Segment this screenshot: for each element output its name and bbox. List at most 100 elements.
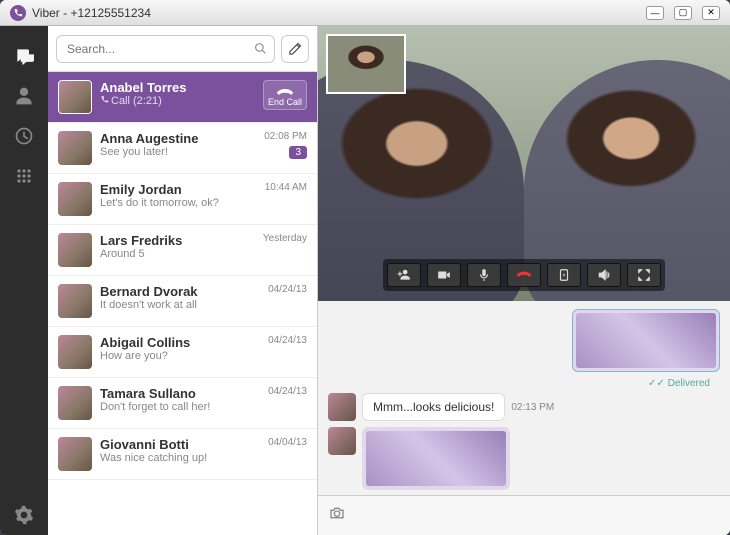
conversation-item[interactable]: Bernard Dvorak It doesn't work at all 04… (48, 276, 317, 327)
nav-contacts[interactable] (0, 76, 48, 116)
contact-name: Anabel Torres (100, 80, 263, 95)
message-preview: Around 5 (100, 248, 263, 260)
conversation-item[interactable]: Anna Augestine See you later! 02:08 PM 3 (48, 123, 317, 174)
add-participant-button[interactable] (387, 263, 421, 287)
message-bubble: Mmm...looks delicious! (362, 393, 505, 421)
message-list[interactable]: ✓✓ Delivered Mmm...looks delicious! 02:1… (318, 301, 730, 495)
end-call-button[interactable]: End Call (263, 80, 307, 110)
conversation-item[interactable]: Giovanni Botti Was nice catching up! 04/… (48, 429, 317, 480)
avatar (58, 80, 92, 114)
conversation-item[interactable]: Lars Fredriks Around 5 Yesterday (48, 225, 317, 276)
clock-icon (14, 126, 34, 146)
conversation-item[interactable]: Abigail Collins How are you? 04/24/13 (48, 327, 317, 378)
message-out (328, 309, 720, 372)
chat-icon (14, 46, 34, 66)
search-input[interactable] (56, 35, 275, 63)
contact-name: Emily Jordan (100, 182, 265, 197)
message-preview: Was nice catching up! (100, 452, 268, 464)
search-row (48, 26, 317, 72)
add-person-icon (396, 268, 412, 282)
compose-icon (288, 41, 303, 56)
contact-name: Lars Fredriks (100, 233, 263, 248)
mic-icon (476, 268, 492, 282)
main-content: Anabel Torres Call (2:21) End Call (0, 26, 730, 535)
viber-logo-icon (10, 5, 26, 21)
avatar (58, 131, 92, 165)
conversation-item[interactable]: Tamara Sullano Don't forget to call her!… (48, 378, 317, 429)
message-preview: How are you? (100, 350, 268, 362)
compose-button[interactable] (281, 35, 309, 63)
search-box (56, 35, 275, 63)
message-input-row (318, 495, 730, 535)
minimize-button[interactable]: — (646, 6, 664, 20)
titlebar[interactable]: Viber - +12125551234 — ▢ ✕ (0, 0, 730, 26)
window-controls: — ▢ ✕ (646, 6, 720, 20)
contact-name: Abigail Collins (100, 335, 268, 350)
conversation-pane: Anabel Torres Call (2:21) End Call (48, 26, 318, 535)
timestamp: 04/24/13 (268, 386, 307, 397)
video-controls (383, 259, 665, 291)
nav-settings[interactable] (0, 495, 48, 535)
gear-icon (14, 505, 34, 525)
message-preview: Let's do it tomorrow, ok? (100, 197, 265, 209)
chat-pane: ✓✓ Delivered Mmm...looks delicious! 02:1… (318, 26, 730, 535)
received-image (366, 431, 506, 486)
fullscreen-icon (636, 268, 652, 282)
timestamp: 02:13 PM (511, 402, 554, 413)
nav-rail (0, 26, 48, 535)
dialpad-icon (14, 166, 34, 186)
toggle-mic-button[interactable] (467, 263, 501, 287)
nav-dialpad[interactable] (0, 156, 48, 196)
maximize-button[interactable]: ▢ (674, 6, 692, 20)
hangup-icon (276, 87, 294, 97)
call-status: Call (2:21) (100, 95, 263, 107)
timestamp: 04/24/13 (268, 335, 307, 346)
timestamp: Yesterday (263, 233, 307, 244)
avatar (58, 284, 92, 318)
image-message-bubble[interactable] (572, 309, 720, 372)
fullscreen-button[interactable] (627, 263, 661, 287)
hangup-button[interactable] (507, 263, 541, 287)
checkmarks-icon: ✓✓ (648, 378, 665, 389)
conversation-item[interactable]: Emily Jordan Let's do it tomorrow, ok? 1… (48, 174, 317, 225)
volume-icon (596, 268, 612, 282)
attach-button[interactable] (328, 505, 346, 526)
message-preview: See you later! (100, 146, 264, 158)
message-preview: It doesn't work at all (100, 299, 268, 311)
conversation-active-call[interactable]: Anabel Torres Call (2:21) End Call (48, 72, 317, 123)
avatar (328, 427, 356, 455)
transfer-button[interactable] (547, 263, 581, 287)
person-icon (14, 86, 34, 106)
camera-icon (328, 505, 346, 521)
unread-badge: 3 (289, 146, 307, 159)
self-video-pip[interactable] (326, 34, 406, 94)
nav-recents[interactable] (0, 116, 48, 156)
conversation-list[interactable]: Anabel Torres Call (2:21) End Call (48, 72, 317, 535)
contact-name: Giovanni Botti (100, 437, 268, 452)
avatar (58, 182, 92, 216)
hangup-icon (516, 268, 532, 282)
delivery-status: ✓✓ Delivered (328, 378, 720, 389)
avatar (58, 233, 92, 267)
transfer-icon (556, 268, 572, 282)
contact-name: Tamara Sullano (100, 386, 268, 401)
close-button[interactable]: ✕ (702, 6, 720, 20)
timestamp: 10:44 AM (265, 182, 307, 193)
search-icon (254, 42, 267, 60)
contact-name: Anna Augestine (100, 131, 264, 146)
volume-button[interactable] (587, 263, 621, 287)
message-input[interactable] (354, 503, 720, 529)
message-in (328, 427, 720, 490)
timestamp: 02:08 PM (264, 131, 307, 142)
image-message-bubble[interactable] (362, 427, 510, 490)
avatar (328, 393, 356, 421)
message-preview: Don't forget to call her! (100, 401, 268, 413)
nav-chats[interactable] (0, 36, 48, 76)
avatar (58, 335, 92, 369)
video-icon (436, 268, 452, 282)
toggle-video-button[interactable] (427, 263, 461, 287)
message-in: Mmm...looks delicious! 02:13 PM (328, 393, 720, 421)
video-call-area[interactable] (318, 26, 730, 301)
window-title: Viber - +12125551234 (32, 6, 646, 20)
timestamp: 04/04/13 (268, 437, 307, 448)
